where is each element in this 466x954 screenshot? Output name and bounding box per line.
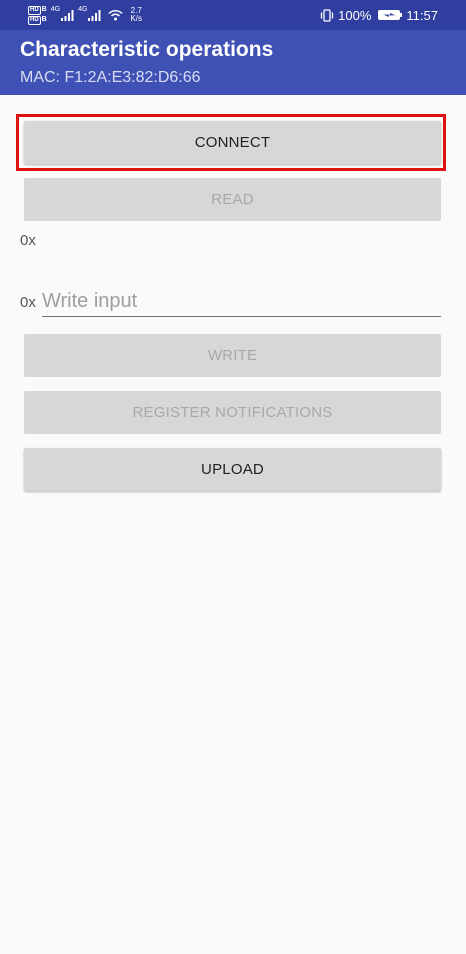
hd-icon: HD B — [28, 5, 47, 15]
read-button[interactable]: READ — [24, 178, 441, 221]
wifi-icon — [108, 9, 123, 21]
write-input[interactable] — [42, 286, 441, 317]
mac-address-subtitle: MAC: F1:2A:E3:82:D6:66 — [20, 69, 201, 86]
status-right-icons: 100% 11:57 — [320, 0, 438, 30]
network-speed: 2.7 K/s — [130, 6, 142, 23]
network-type-label-secondary: 4G — [78, 6, 88, 13]
write-button[interactable]: WRITE — [24, 334, 441, 377]
status-bar: HD B HD B 4G 4G 2.7 K/s 100% 11:57 — [0, 0, 466, 30]
status-left-icons: HD B HD B 4G 4G 2.7 K/s — [28, 4, 142, 26]
battery-icon — [378, 10, 403, 20]
signal-icon-secondary — [88, 9, 101, 21]
network-type-label: 4G — [50, 6, 61, 13]
hd-volte-icons: HD B HD B — [28, 5, 47, 25]
read-value: 0x — [20, 232, 36, 249]
write-prefix: 0x — [20, 294, 36, 311]
register-notifications-button[interactable]: REGISTER NOTIFICATIONS — [24, 391, 441, 434]
upload-button[interactable]: UPLOAD — [24, 448, 441, 491]
vibrate-icon — [321, 8, 334, 22]
connect-highlight-box — [16, 114, 446, 171]
app-bar: Characteristic operations MAC: F1:2A:E3:… — [0, 30, 466, 95]
hd-icon-secondary: HD B — [28, 15, 47, 25]
clock: 11:57 — [406, 7, 438, 23]
signal-icon — [61, 9, 74, 21]
page-title: Characteristic operations — [20, 38, 274, 61]
battery-percent: 100% — [338, 7, 372, 23]
